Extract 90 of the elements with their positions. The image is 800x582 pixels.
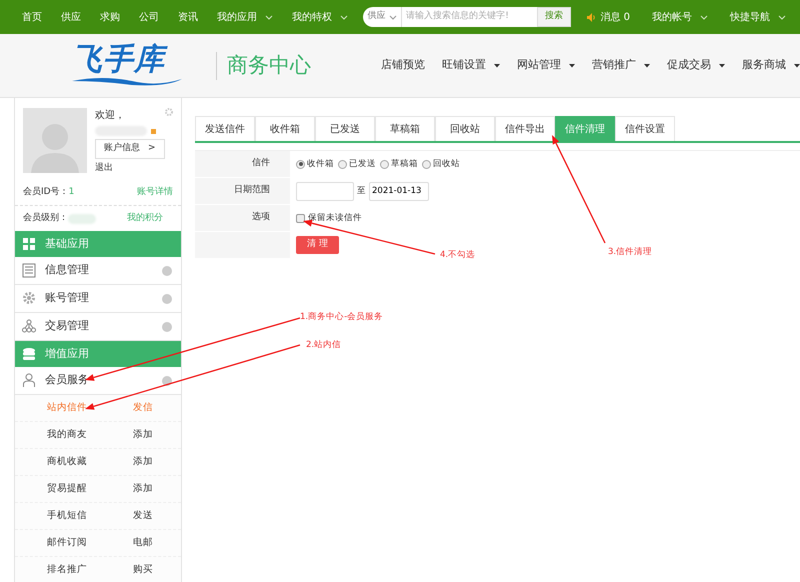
tab[interactable]: 回收站 [435,116,495,141]
separator-text: 至 [357,184,366,198]
submenu-label: 排名推广 [47,562,87,577]
search-button[interactable]: 搜索 [537,7,572,27]
nav-link[interactable]: 求购 [100,10,120,24]
category-dropdown[interactable]: 供应 [363,7,402,27]
caret-icon [494,64,500,68]
date-to-field[interactable]: 2021-01-13 [369,182,429,200]
field-label: 选项 [252,211,270,224]
submenu-label: 商机收藏 [47,454,87,469]
tab[interactable]: 草稿箱 [375,116,435,141]
nav-link[interactable]: 网站管理 [517,57,575,74]
welcome-text: 欢迎， [95,108,125,123]
action-link[interactable]: 添加 [133,482,153,496]
submenu-label: 邮件订阅 [47,536,87,550]
page-title: 商务中心 [227,52,311,79]
nav-link[interactable]: 我的应用 [217,10,273,24]
tab[interactable]: 收件箱 [255,116,315,141]
action-link[interactable]: 发送 [133,508,153,524]
caret-icon [340,14,348,20]
document-icon [22,263,37,278]
date-from-field[interactable] [296,182,354,200]
action-link[interactable]: 添加 [133,428,153,442]
caret-icon [644,64,650,68]
annotation-label: 2.站内信 [306,340,342,350]
toggle-icon[interactable] [162,266,172,276]
user-icon [22,373,37,388]
annotation-label: 4.不勾选 [440,250,476,260]
caret-icon [569,64,575,68]
nav-link[interactable]: 促成交易 [667,57,725,74]
radio-option[interactable]: 回收站 [422,158,460,170]
radio-option[interactable]: 草稿箱 [380,158,418,170]
submenu-label: 站内信件 [47,400,87,415]
badge-icon [151,128,156,134]
clean-button[interactable]: 清 理 [296,236,339,254]
action-link[interactable]: 电邮 [133,536,153,550]
submenu-label: 我的商友 [47,428,87,442]
radio-option[interactable]: 已发送 [338,158,376,170]
nav-link[interactable]: 公司 [139,10,159,24]
checkbox[interactable] [296,214,305,222]
nav-link[interactable]: 快捷导航 [730,10,786,24]
search-field[interactable]: 请输入搜索信息的关键字! [402,7,538,27]
grid-icon [23,238,35,250]
caret-icon [719,64,725,68]
toggle-icon[interactable] [162,376,172,386]
logout-link[interactable]: 退出 [95,162,113,175]
annotation-label: 3.信件清理 [608,247,652,257]
nav-link[interactable]: 我的帐号 [652,10,708,24]
tab[interactable]: 信件设置 [615,116,675,141]
nav-link[interactable]: 资讯 [178,10,198,24]
menu-item[interactable]: 账号管理 [15,285,181,313]
caret-icon [388,14,397,20]
gear-icon [22,291,37,306]
tab[interactable]: 发送信件 [195,116,255,141]
database-icon [23,348,35,360]
checkbox-label: 保留未读信件 [308,212,362,224]
member-id: 会员ID号：1 [23,186,74,200]
nav-link[interactable]: 供应 [61,10,81,24]
section-title: 基础应用 [45,236,89,252]
account-info-button[interactable]: 账户信息 > [95,139,165,158]
toggle-icon[interactable] [162,322,172,332]
menu-item[interactable]: 信息管理 [15,257,181,285]
annotation-label: 1.商务中心-会员服务 [300,312,384,322]
action-link[interactable]: 添加 [133,454,153,470]
section-title: 增值应用 [45,346,89,362]
field-label: 日期范围 [234,184,270,198]
submenu-label: 手机短信 [47,508,87,523]
toggle-icon[interactable] [162,294,172,304]
submenu-label: 贸易提醒 [47,482,87,496]
nav-link[interactable]: 服务商城 [742,57,800,74]
arrow-text: > [148,142,156,155]
nav-link[interactable]: 首页 [22,10,42,24]
caret-icon [265,14,273,20]
network-icon [22,319,37,334]
radio-option[interactable]: 收件箱 [296,158,334,170]
nav-link[interactable]: 我的特权 [292,10,348,24]
tab[interactable]: 已发送 [315,116,375,141]
speaker-icon [586,12,596,22]
nav-link[interactable]: 店铺预览 [381,57,425,74]
caret-icon [794,64,800,68]
member-level-label: 会员级别： [23,212,68,225]
nav-link[interactable]: 旺铺设置 [442,57,500,74]
tab[interactable]: 信件导出 [495,116,555,141]
nav-link[interactable]: 营销推广 [592,57,650,74]
caret-icon [778,14,786,20]
messages-link[interactable]: 消息 0 [586,10,630,24]
gear-icon[interactable] [165,108,173,116]
caret-icon [700,14,708,20]
action-link[interactable]: 购买 [133,562,153,578]
field-label: 信件 [252,157,270,170]
